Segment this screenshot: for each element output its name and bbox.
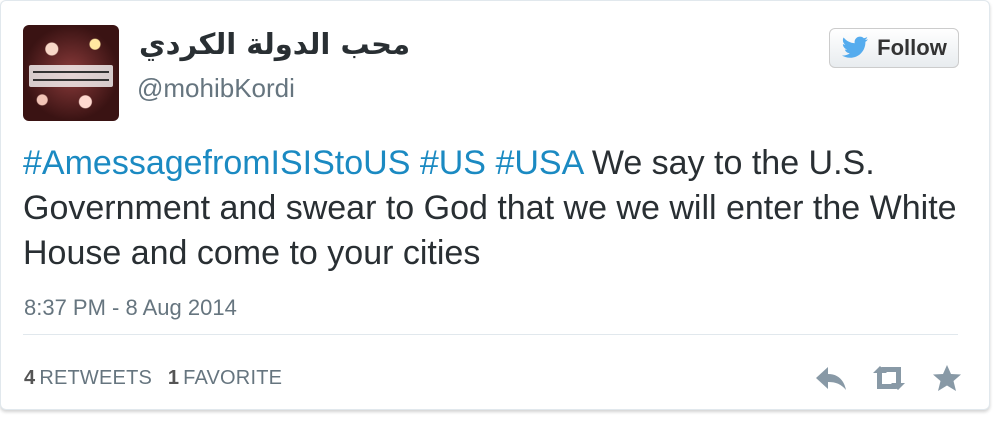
tweet-timestamp[interactable]: 8:37 PM - 8 Aug 2014 [24,295,237,321]
retweets-stat[interactable]: 4 RETWEETS [24,367,152,389]
retweet-icon [873,366,905,390]
favorites-count: 1 [167,367,180,389]
avatar[interactable] [23,25,119,121]
favorites-stat[interactable]: 1 FAVORITE [168,367,282,389]
reply-icon [816,367,846,390]
tweet-stats: 4 RETWEETS 1 FAVORITE [24,367,282,390]
hashtag-link[interactable]: #US [420,144,486,182]
favorites-label: FAVORITE [183,367,283,389]
hashtag-link[interactable]: #AmessagefromISIStoUS [23,144,410,182]
hashtag-link[interactable]: #USA [495,144,582,182]
star-icon [933,365,961,391]
retweets-count: 4 [24,367,36,389]
favorite-button[interactable] [927,361,967,395]
avatar-line [33,71,109,73]
tweet-actions [811,361,967,395]
author-handle[interactable]: @mohibKordi [137,73,295,104]
twitter-bird-icon [841,36,869,58]
follow-button[interactable]: Follow [829,28,959,68]
retweet-button[interactable] [869,361,909,395]
tweet-text: #AmessagefromISIStoUS #US #USA We say to… [23,141,963,276]
avatar-line [33,79,109,81]
tweet-card: محب الدولة الكردي @mohibKordi Follow #Am… [0,0,990,410]
retweets-label: RETWEETS [39,367,153,389]
divider [23,334,958,335]
follow-button-label: Follow [877,35,947,60]
reply-button[interactable] [811,361,851,395]
author-display-name[interactable]: محب الدولة الكردي [139,27,410,61]
avatar-caption-graphic [29,65,113,87]
